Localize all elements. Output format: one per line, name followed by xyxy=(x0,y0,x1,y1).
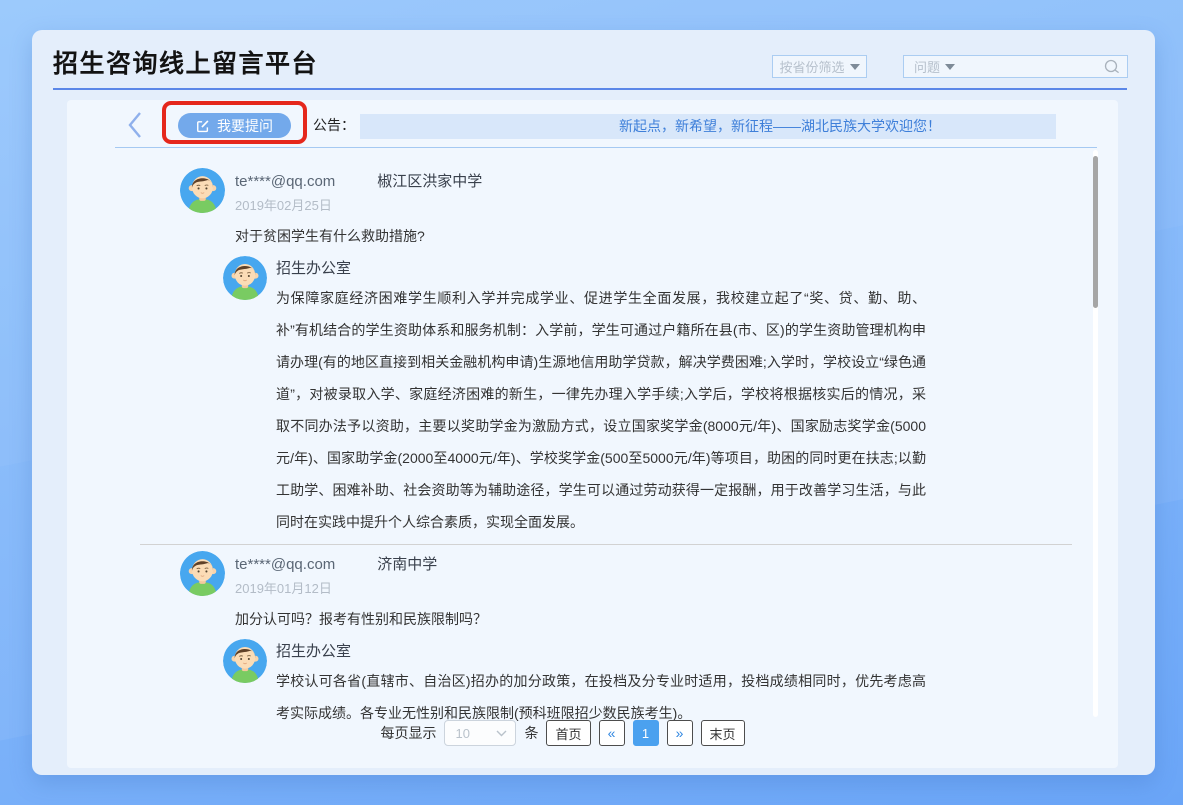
notice-banner: 新起点，新希望，新征程——湖北民族大学欢迎您！ xyxy=(360,114,1056,139)
scrollbar-thumb[interactable] xyxy=(1093,156,1098,308)
message-header: te****@qq.com 济南中学 2019年01月12日 xyxy=(180,551,1118,597)
reply-author: 招生办公室 xyxy=(276,639,926,662)
notice-text: 新起点，新希望，新征程——湖北民族大学欢迎您！ xyxy=(619,118,941,134)
user-info: te****@qq.com 济南中学 2019年01月12日 xyxy=(235,551,437,597)
message-item: te****@qq.com 椒江区洪家中学 2019年02月25日 对于贫困学生… xyxy=(180,168,1118,538)
header-underline xyxy=(53,88,1127,90)
search-icon[interactable] xyxy=(1103,58,1121,76)
user-email: te****@qq.com xyxy=(235,556,335,573)
admissions-office-avatar xyxy=(223,639,267,683)
question-search-box[interactable]: 问题 xyxy=(903,55,1128,78)
province-filter-dropdown[interactable]: 按省份筛选 xyxy=(772,55,867,78)
user-school: 济南中学 xyxy=(377,553,437,574)
per-page-value: 10 xyxy=(455,726,469,741)
next-page-button[interactable]: » xyxy=(667,720,693,746)
user-avatar xyxy=(180,168,225,213)
user-avatar xyxy=(180,551,225,596)
ask-question-button[interactable]: 我要提问 xyxy=(178,113,291,138)
user-school: 椒江区洪家中学 xyxy=(377,170,482,191)
message-divider xyxy=(140,544,1072,545)
per-page-select[interactable]: 10 xyxy=(444,720,516,746)
page-title: 招生咨询线上留言平台 xyxy=(53,44,318,80)
reply-content: 招生办公室 为保障家庭经济困难学生顺利入学并完成学业、促进学生全面发展，我校建立… xyxy=(276,256,926,538)
message-date: 2019年02月25日 xyxy=(235,195,482,214)
reply-content: 招生办公室 学校认可各省(直辖市、自治区)招办的加分政策，在投档及分专业时适用，… xyxy=(276,639,926,729)
user-info: te****@qq.com 椒江区洪家中学 2019年02月25日 xyxy=(235,168,482,214)
reply-body: 为保障家庭经济困难学生顺利入学并完成学业、促进学生全面发展，我校建立起了“奖、贷… xyxy=(276,282,926,538)
question-text: 加分认可吗？报考有性别和民族限制吗？ xyxy=(235,609,1118,629)
message-list: te****@qq.com 椒江区洪家中学 2019年02月25日 对于贫困学生… xyxy=(180,168,1118,729)
question-text: 对于贫困学生有什么救助措施? xyxy=(235,226,1118,246)
message-header: te****@qq.com 椒江区洪家中学 2019年02月25日 xyxy=(180,168,1118,214)
chevron-down-icon xyxy=(496,730,507,737)
chevron-left-icon xyxy=(127,110,143,140)
message-item: te****@qq.com 济南中学 2019年01月12日 加分认可吗？报考有… xyxy=(180,551,1118,729)
reply-author: 招生办公室 xyxy=(276,256,926,279)
caret-down-icon xyxy=(850,64,860,70)
ask-question-label: 我要提问 xyxy=(217,116,273,136)
main-card: 招生咨询线上留言平台 按省份筛选 问题 我要提问 公告： xyxy=(32,30,1155,775)
province-filter-label: 按省份筛选 xyxy=(779,57,844,76)
user-email: te****@qq.com xyxy=(235,173,335,190)
pagination: 每页显示 10 条 首页 « 1 » 末页 xyxy=(37,720,1088,746)
toolbar-separator xyxy=(115,147,1097,148)
back-button[interactable] xyxy=(125,110,145,140)
last-page-button[interactable]: 末页 xyxy=(701,720,745,746)
first-page-button[interactable]: 首页 xyxy=(546,720,590,746)
reply-block: 招生办公室 为保障家庭经济困难学生顺利入学并完成学业、促进学生全面发展，我校建立… xyxy=(223,256,1118,538)
message-board-panel: 我要提问 公告： 新起点，新希望，新征程——湖北民族大学欢迎您！ te****@… xyxy=(67,100,1118,768)
per-page-unit-label: 条 xyxy=(524,723,538,743)
compose-icon xyxy=(196,119,210,133)
search-type-label: 问题 xyxy=(914,57,940,76)
caret-down-icon xyxy=(945,64,955,70)
current-page-button[interactable]: 1 xyxy=(633,720,659,746)
notice-label: 公告： xyxy=(313,113,355,138)
prev-page-button[interactable]: « xyxy=(599,720,625,746)
per-page-label: 每页显示 xyxy=(380,723,436,743)
admissions-office-avatar xyxy=(223,256,267,300)
reply-block: 招生办公室 学校认可各省(直辖市、自治区)招办的加分政策，在投档及分专业时适用，… xyxy=(223,639,1118,729)
message-date: 2019年01月12日 xyxy=(235,578,437,597)
panel-scrollbar[interactable] xyxy=(1093,150,1098,717)
